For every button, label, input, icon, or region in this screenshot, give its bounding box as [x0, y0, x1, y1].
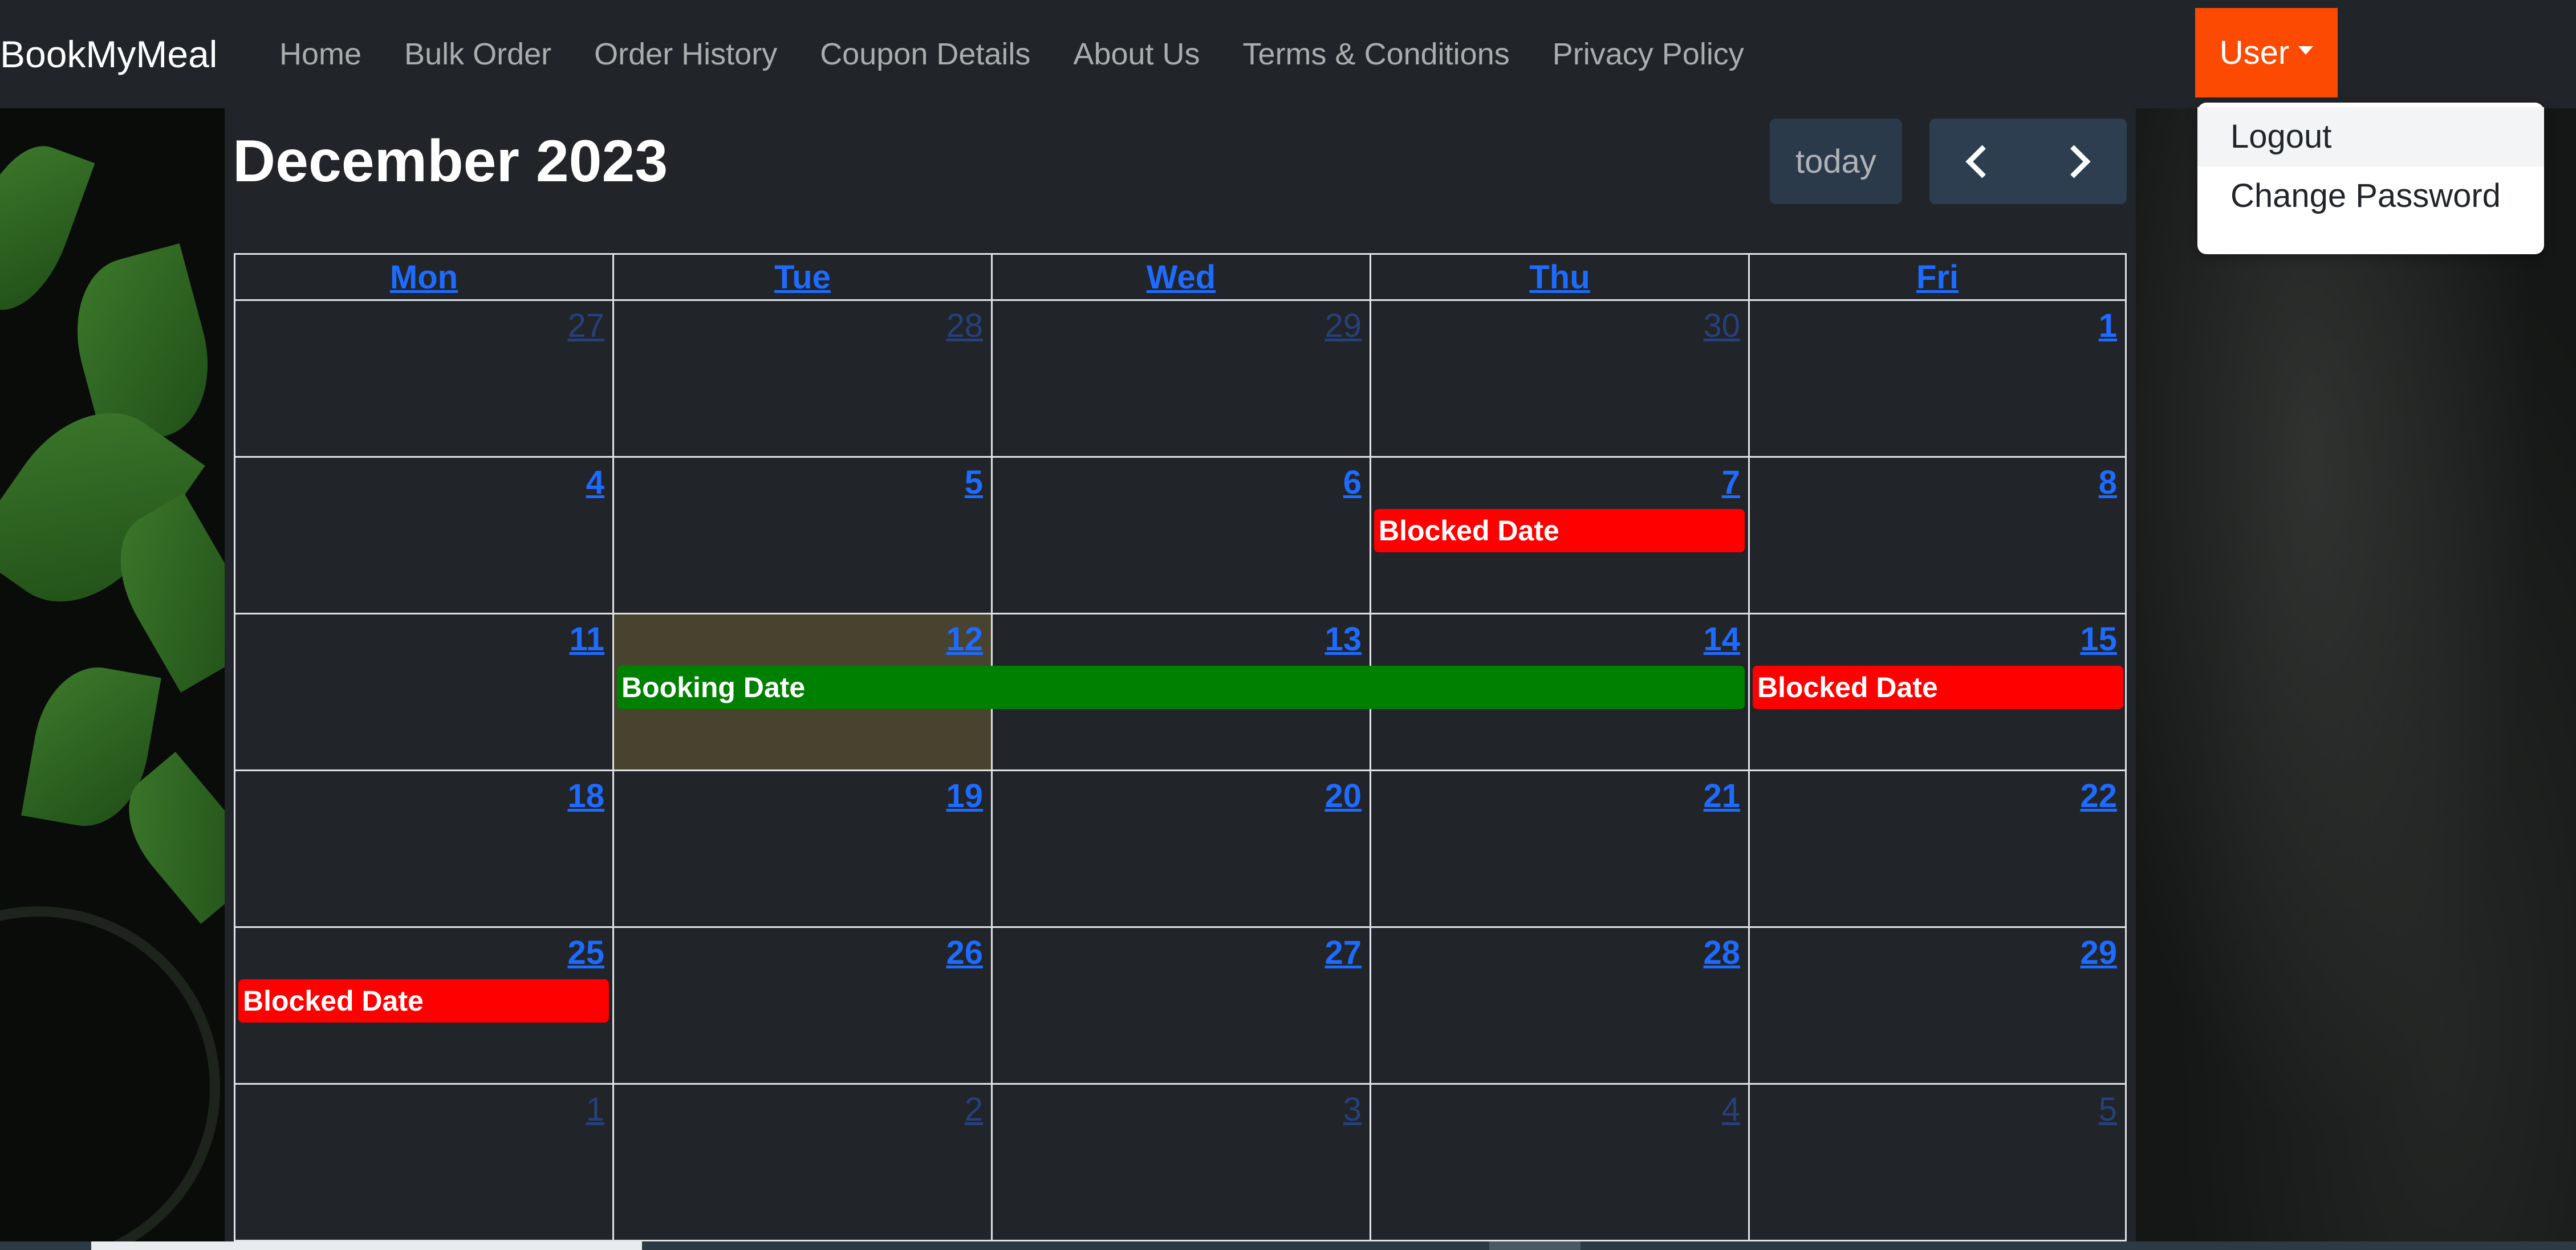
day-number-link[interactable]: 8 [2099, 463, 2117, 502]
calendar-day-cell[interactable]: 28 [1370, 928, 1748, 1085]
scrollbar-thumb-secondary[interactable] [1489, 1241, 1580, 1250]
chevron-left-icon [1965, 145, 1999, 178]
calendar-day-cell[interactable]: 2 [612, 1085, 991, 1241]
weekday-header-wed[interactable]: Wed [991, 253, 1370, 301]
calendar-day-cell[interactable]: 21 [1370, 771, 1748, 928]
calendar-day-cell[interactable]: 28 [612, 301, 991, 458]
calendar-day-cell[interactable]: 29 [1748, 928, 2127, 1085]
nav-terms-conditions[interactable]: Terms & Conditions [1243, 28, 1510, 80]
blocked-date-event[interactable]: Blocked Date [238, 979, 609, 1023]
day-number-link[interactable]: 7 [1722, 463, 1740, 502]
calendar-day-cell[interactable]: 5 [1748, 1085, 2127, 1241]
day-number-link[interactable]: 30 [1703, 307, 1740, 345]
day-number-link[interactable]: 21 [1703, 777, 1740, 815]
day-number-link[interactable]: 2 [965, 1090, 983, 1129]
scrollbar-thumb[interactable] [91, 1241, 642, 1250]
calendar-week-row: 27 28 29 30 1 [234, 301, 2127, 458]
calendar-title: December 2023 [233, 128, 668, 194]
calendar-week-row: 4 5 6 7 8 [234, 458, 2127, 614]
user-label: User [2219, 34, 2290, 71]
calendar-day-cell[interactable]: 1 [1748, 301, 2127, 458]
logout-menu-item[interactable]: Logout [2197, 107, 2544, 166]
calendar-week-row: 1 2 3 4 5 [234, 1085, 2127, 1241]
day-number-link[interactable]: 29 [2080, 934, 2117, 972]
day-number-link[interactable]: 4 [1722, 1090, 1740, 1129]
day-number-link[interactable]: 4 [586, 463, 604, 502]
calendar-day-cell[interactable]: 1 [234, 1085, 612, 1241]
day-number-link[interactable]: 5 [965, 463, 983, 502]
day-number-link[interactable]: 13 [1324, 620, 1362, 658]
calendar-day-cell[interactable]: 6 [991, 458, 1370, 614]
next-month-button[interactable] [2028, 119, 2127, 204]
caret-down-icon [2298, 46, 2314, 55]
nav-bulk-order[interactable]: Bulk Order [404, 28, 551, 80]
calendar-day-cell[interactable]: 27 [991, 928, 1370, 1085]
stone-background-image [2132, 108, 2576, 1250]
nav-privacy-policy[interactable]: Privacy Policy [1553, 28, 1744, 80]
day-number-link[interactable]: 26 [946, 934, 983, 972]
day-number-link[interactable]: 12 [946, 620, 983, 658]
day-number-link[interactable]: 1 [586, 1090, 604, 1129]
herb-background-image [0, 108, 225, 1250]
chevron-right-icon [2057, 145, 2091, 178]
calendar-day-cell[interactable]: 5 [612, 458, 991, 614]
day-number-link[interactable]: 22 [2080, 777, 2117, 815]
navbar: BookMyMeal Home Bulk Order Order History… [0, 0, 2576, 108]
weekday-header-tue[interactable]: Tue [612, 253, 991, 301]
calendar-day-cell[interactable]: 4 [234, 458, 612, 614]
day-number-link[interactable]: 15 [2080, 620, 2117, 658]
change-password-menu-item[interactable]: Change Password [2197, 166, 2544, 226]
blocked-date-event[interactable]: Blocked Date [1753, 666, 2123, 709]
day-number-link[interactable]: 11 [570, 620, 604, 658]
today-button[interactable]: today [1770, 119, 1902, 204]
day-number-link[interactable]: 28 [946, 307, 983, 345]
nav-order-history[interactable]: Order History [594, 28, 777, 80]
day-number-link[interactable]: 29 [1324, 307, 1362, 345]
blocked-date-event[interactable]: Blocked Date [1374, 509, 1745, 552]
weekday-header-thu[interactable]: Thu [1370, 253, 1748, 301]
calendar-day-cell[interactable]: 19 [612, 771, 991, 928]
calendar-day-cell[interactable]: 11 [234, 614, 612, 771]
day-number-link[interactable]: 1 [2099, 307, 2117, 345]
day-number-link[interactable]: 27 [1324, 934, 1362, 972]
day-number-link[interactable]: 14 [1703, 620, 1740, 658]
booking-date-event[interactable]: Booking Date [617, 666, 1745, 709]
user-dropdown-menu: Logout Change Password [2197, 103, 2544, 254]
day-number-link[interactable]: 28 [1703, 934, 1740, 972]
month-nav-group [1929, 119, 2127, 204]
calendar-week-row: 18 19 20 21 22 [234, 771, 2127, 928]
calendar-day-cell[interactable]: 29 [991, 301, 1370, 458]
day-number-link[interactable]: 19 [946, 777, 983, 815]
day-number-link[interactable]: 6 [1343, 463, 1362, 502]
calendar-day-cell[interactable]: 3 [991, 1085, 1370, 1241]
nav-links: Home Bulk Order Order History Coupon Det… [279, 28, 1787, 80]
calendar-day-cell[interactable]: 26 [612, 928, 991, 1085]
user-dropdown-button[interactable]: User [2195, 8, 2338, 97]
day-number-link[interactable]: 20 [1324, 777, 1362, 815]
day-number-link[interactable]: 25 [567, 934, 604, 972]
day-number-link[interactable]: 3 [1343, 1090, 1362, 1129]
weekday-header-mon[interactable]: Mon [234, 253, 612, 301]
day-number-link[interactable]: 5 [2099, 1090, 2117, 1129]
brand-logo[interactable]: BookMyMeal [0, 28, 217, 80]
day-number-link[interactable]: 27 [567, 307, 604, 345]
calendar-day-cell[interactable]: 30 [1370, 301, 1748, 458]
calendar-grid: Mon Tue Wed Thu Fri 27 28 29 30 1 4 5 6 7 8 11 12 13… [234, 253, 2127, 1250]
day-number-link[interactable]: 18 [567, 777, 604, 815]
nav-coupon-details[interactable]: Coupon Details [820, 28, 1030, 80]
nav-home[interactable]: Home [279, 28, 361, 80]
calendar-panel: December 2023 today Mon Tue Wed Thu Fri … [225, 108, 2136, 1250]
calendar-day-cell[interactable]: 18 [234, 771, 612, 928]
calendar-day-cell[interactable]: 8 [1748, 458, 2127, 614]
calendar-day-cell[interactable]: 4 [1370, 1085, 1748, 1241]
weekday-header-fri[interactable]: Fri [1748, 253, 2127, 301]
nav-about-us[interactable]: About Us [1073, 28, 1200, 80]
prev-month-button[interactable] [1929, 119, 2028, 204]
calendar-day-cell[interactable]: 27 [234, 301, 612, 458]
calendar-day-cell[interactable]: 22 [1748, 771, 2127, 928]
calendar-day-cell[interactable]: 20 [991, 771, 1370, 928]
weekday-header-row: Mon Tue Wed Thu Fri [234, 253, 2127, 301]
